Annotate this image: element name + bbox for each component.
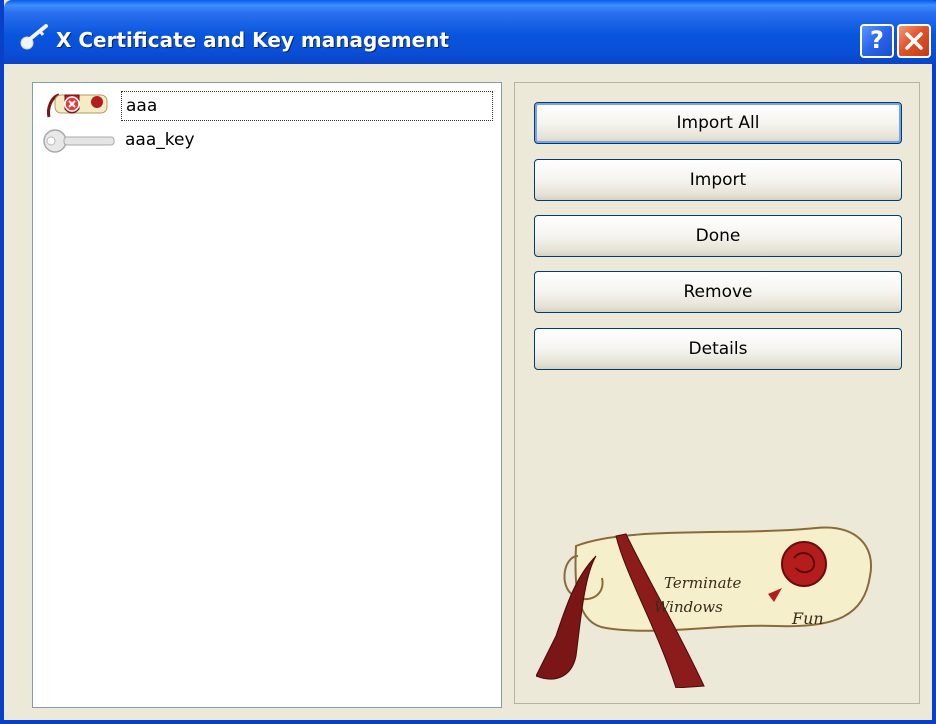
logo-text-line2: Windows (654, 598, 723, 616)
title-bar[interactable]: X Certificate and Key management ? (4, 0, 936, 64)
list-item-label: aaa (121, 91, 493, 121)
list-item[interactable]: aaa (37, 89, 497, 123)
certificate-list[interactable]: aaa aaa_key (32, 82, 502, 708)
close-button[interactable] (897, 24, 931, 58)
import-button[interactable]: Import (534, 159, 902, 201)
list-item[interactable]: aaa_key (37, 123, 497, 157)
close-icon (905, 32, 923, 50)
certificate-error-icon (47, 93, 108, 118)
key-icon (20, 24, 48, 50)
done-button[interactable]: Done (534, 215, 902, 257)
details-button[interactable]: Details (534, 328, 902, 370)
app-logo: Terminate Windows Fun (536, 526, 872, 688)
logo-text-line1: Terminate (664, 574, 742, 592)
remove-button[interactable]: Remove (534, 271, 902, 313)
list-item-label: aaa_key (125, 130, 195, 150)
help-button[interactable]: ? (860, 24, 894, 58)
logo-text-line3: Fun (791, 609, 824, 628)
window-title: X Certificate and Key management (56, 28, 450, 52)
import-all-button[interactable]: Import All (534, 102, 902, 144)
key-icon (43, 129, 115, 153)
